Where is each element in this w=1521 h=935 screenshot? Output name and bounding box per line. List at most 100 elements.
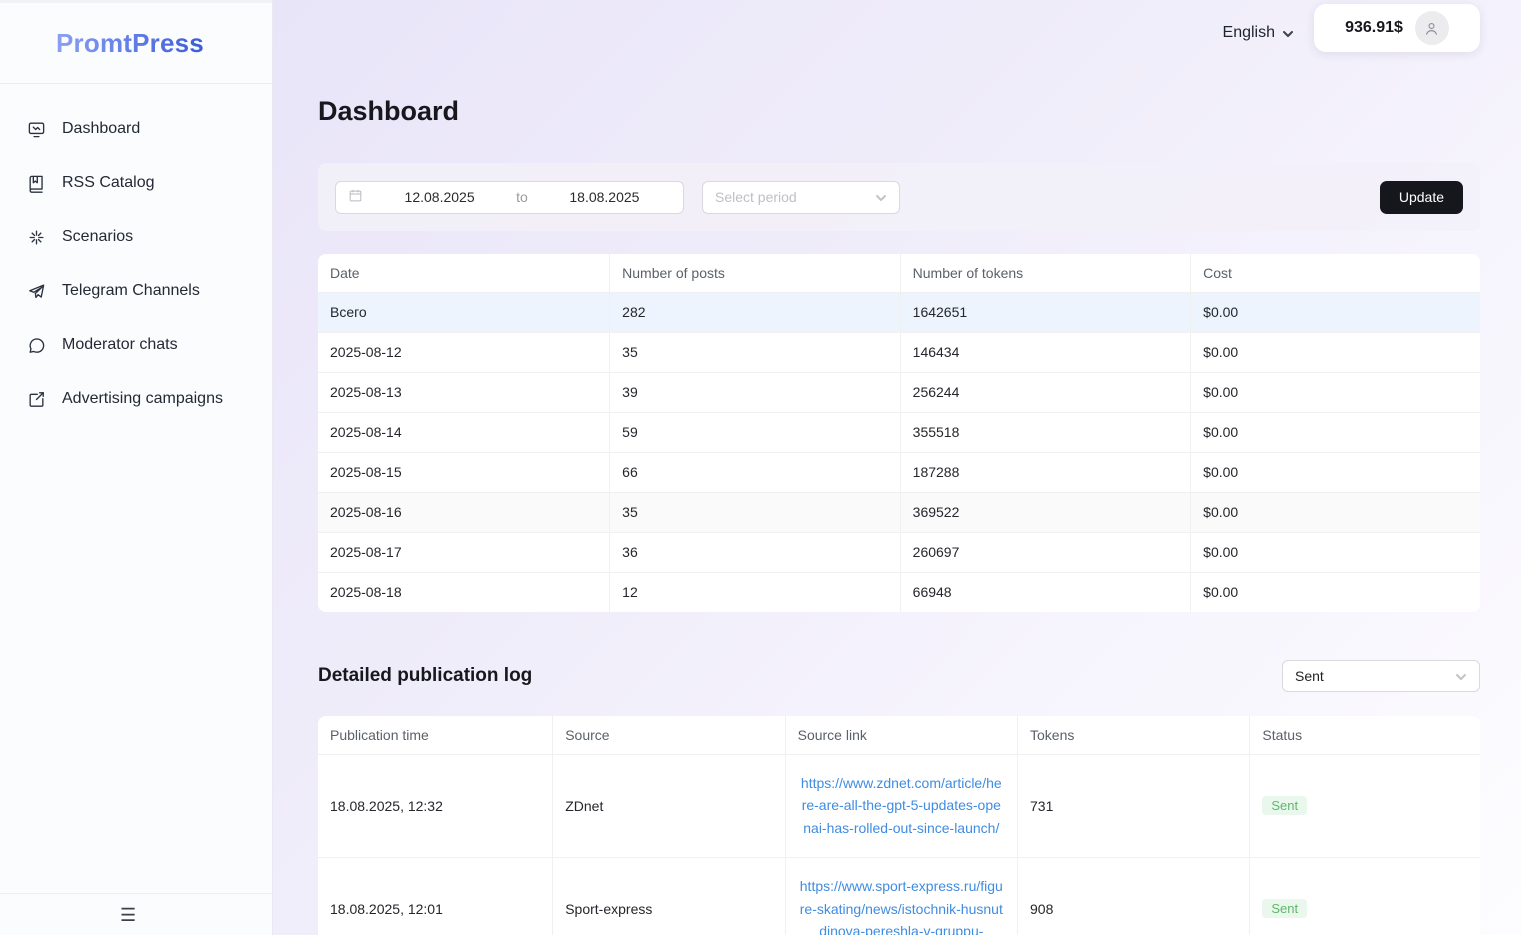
status-filter-select[interactable]: Sent <box>1282 660 1480 692</box>
period-select-placeholder: Select period <box>715 189 797 205</box>
col-header-posts: Number of posts <box>609 254 901 293</box>
cell-cost: $0.00 <box>1190 371 1480 413</box>
date-to-input[interactable]: 18.08.2025 <box>538 189 671 205</box>
sidebar-item-label: Moderator chats <box>62 336 178 353</box>
chat-icon <box>26 335 46 355</box>
cell-cost: $0.00 <box>1190 291 1480 333</box>
table-row: 2025-08-12 35 146434 $0.00 <box>318 331 1480 373</box>
cell-tokens: 260697 <box>899 531 1192 573</box>
date-range-picker[interactable]: 12.08.2025 to 18.08.2025 <box>335 180 684 214</box>
col-header-publication-time: Publication time <box>318 716 554 755</box>
log-row: 18.08.2025, 12:32 ZDnet https://www.zdne… <box>318 753 1480 858</box>
page-title: Dashboard <box>318 96 460 126</box>
language-label: English <box>1222 24 1275 41</box>
summary-header-row: Date Number of posts Number of tokens Co… <box>318 254 1480 293</box>
sparkle-icon <box>26 227 46 247</box>
cell-tokens: 256244 <box>899 371 1192 413</box>
source-link[interactable]: https://www.zdnet.com/article/here-are-a… <box>800 772 1003 839</box>
table-row: 2025-08-16 35 369522 $0.00 <box>318 491 1480 533</box>
cell-cost: $0.00 <box>1190 491 1480 533</box>
cell-tokens: 66948 <box>899 571 1192 612</box>
language-selector[interactable]: English <box>1223 24 1294 42</box>
col-header-source: Source <box>552 716 786 755</box>
sidebar-collapse-icon[interactable]: ☰ <box>120 906 136 924</box>
chevron-down-icon <box>1455 670 1467 682</box>
sidebar-item-rss-catalog[interactable]: RSS Catalog <box>0 156 272 210</box>
filter-bar: 12.08.2025 to 18.08.2025 Select period U… <box>318 163 1480 231</box>
log-section-header: Detailed publication log Sent <box>318 660 1480 692</box>
sidebar-item-advertising-campaigns[interactable]: Advertising campaigns <box>0 372 272 426</box>
cell-posts: 35 <box>609 331 901 373</box>
cell-posts: 59 <box>609 411 901 453</box>
status-filter-value: Sent <box>1295 668 1324 684</box>
megaphone-icon <box>26 389 46 409</box>
book-icon <box>26 173 46 193</box>
log-row: 18.08.2025, 12:01 Sport-express https://… <box>318 856 1480 935</box>
sidebar-footer: ☰ <box>0 893 272 935</box>
cell-tokens: 731 <box>1016 753 1251 858</box>
sidebar-item-scenarios[interactable]: Scenarios <box>0 210 272 264</box>
topbar: English 936.91$ <box>318 0 1480 52</box>
table-row: 2025-08-13 39 256244 $0.00 <box>318 371 1480 413</box>
cell-tokens: 908 <box>1016 856 1251 935</box>
cell-source-link: https://www.zdnet.com/article/here-are-a… <box>784 753 1019 858</box>
cell-posts: 36 <box>609 531 901 573</box>
cell-date: 2025-08-14 <box>318 411 611 453</box>
cell-tokens: 187288 <box>899 451 1192 493</box>
account-balance-pill[interactable]: 936.91$ <box>1314 4 1480 52</box>
sidebar-item-label: Dashboard <box>62 120 141 137</box>
sidebar-item-moderator-chats[interactable]: Moderator chats <box>0 318 272 372</box>
calendar-icon <box>348 188 363 206</box>
summary-table: Date Number of posts Number of tokens Co… <box>318 254 1480 612</box>
sidebar-item-telegram-channels[interactable]: Telegram Channels <box>0 264 272 318</box>
status-badge: Sent <box>1262 796 1308 815</box>
sidebar-item-label: Scenarios <box>62 228 134 245</box>
table-row: 2025-08-14 59 355518 $0.00 <box>318 411 1480 453</box>
cell-date: 2025-08-16 <box>318 491 611 533</box>
cell-date: 2025-08-15 <box>318 451 611 493</box>
period-select[interactable]: Select period <box>702 180 900 214</box>
cell-status: Sent <box>1249 753 1480 858</box>
cell-cost: $0.00 <box>1190 331 1480 373</box>
cell-date: Всего <box>318 291 611 333</box>
cell-status: Sent <box>1249 856 1480 935</box>
sidebar-item-dashboard[interactable]: Dashboard <box>0 102 272 156</box>
telegram-icon <box>26 281 46 301</box>
col-header-status: Status <box>1249 716 1480 755</box>
sidebar-nav: Dashboard RSS Catalog Scenarios Telegram… <box>0 84 272 426</box>
cell-date: 2025-08-12 <box>318 331 611 373</box>
cell-tokens: 1642651 <box>899 291 1192 333</box>
source-link[interactable]: https://www.sport-express.ru/figure-skat… <box>800 875 1003 935</box>
col-header-tokens: Tokens <box>1016 716 1251 755</box>
logo-container: PromtPress <box>0 0 272 84</box>
cell-posts: 12 <box>609 571 901 612</box>
log-header-row: Publication time Source Source link Toke… <box>318 716 1480 755</box>
cell-source: Sport-express <box>552 856 786 935</box>
cell-source: ZDnet <box>552 753 786 858</box>
col-header-tokens: Number of tokens <box>899 254 1192 293</box>
table-row: 2025-08-18 12 66948 $0.00 <box>318 571 1480 612</box>
balance-amount: 936.91$ <box>1345 19 1403 36</box>
col-header-source-link: Source link <box>784 716 1019 755</box>
date-from-input[interactable]: 12.08.2025 <box>373 189 506 205</box>
user-avatar-icon[interactable] <box>1414 11 1449 45</box>
sidebar-item-label: Telegram Channels <box>62 282 200 299</box>
cell-cost: $0.00 <box>1190 411 1480 453</box>
sidebar-item-label: Advertising campaigns <box>62 390 223 407</box>
date-range-separator: to <box>516 189 528 205</box>
cell-cost: $0.00 <box>1190 451 1480 493</box>
cell-posts: 282 <box>609 291 901 333</box>
update-button[interactable]: Update <box>1379 180 1463 214</box>
cell-tokens: 369522 <box>899 491 1192 533</box>
app-logo[interactable]: PromtPress <box>56 28 204 59</box>
cell-posts: 66 <box>609 451 901 493</box>
main-content: English 936.91$ Dashboard 12.08.2025 to … <box>273 0 1521 935</box>
col-header-cost: Cost <box>1190 254 1480 293</box>
status-badge: Sent <box>1262 899 1308 919</box>
cell-date: 2025-08-18 <box>318 571 611 612</box>
dashboard-icon <box>26 119 46 139</box>
publication-log-table: Publication time Source Source link Toke… <box>318 716 1480 935</box>
sidebar-item-label: RSS Catalog <box>62 174 155 191</box>
sidebar: PromtPress Dashboard RSS Catalog Scenari… <box>0 0 273 935</box>
col-header-date: Date <box>318 254 611 293</box>
